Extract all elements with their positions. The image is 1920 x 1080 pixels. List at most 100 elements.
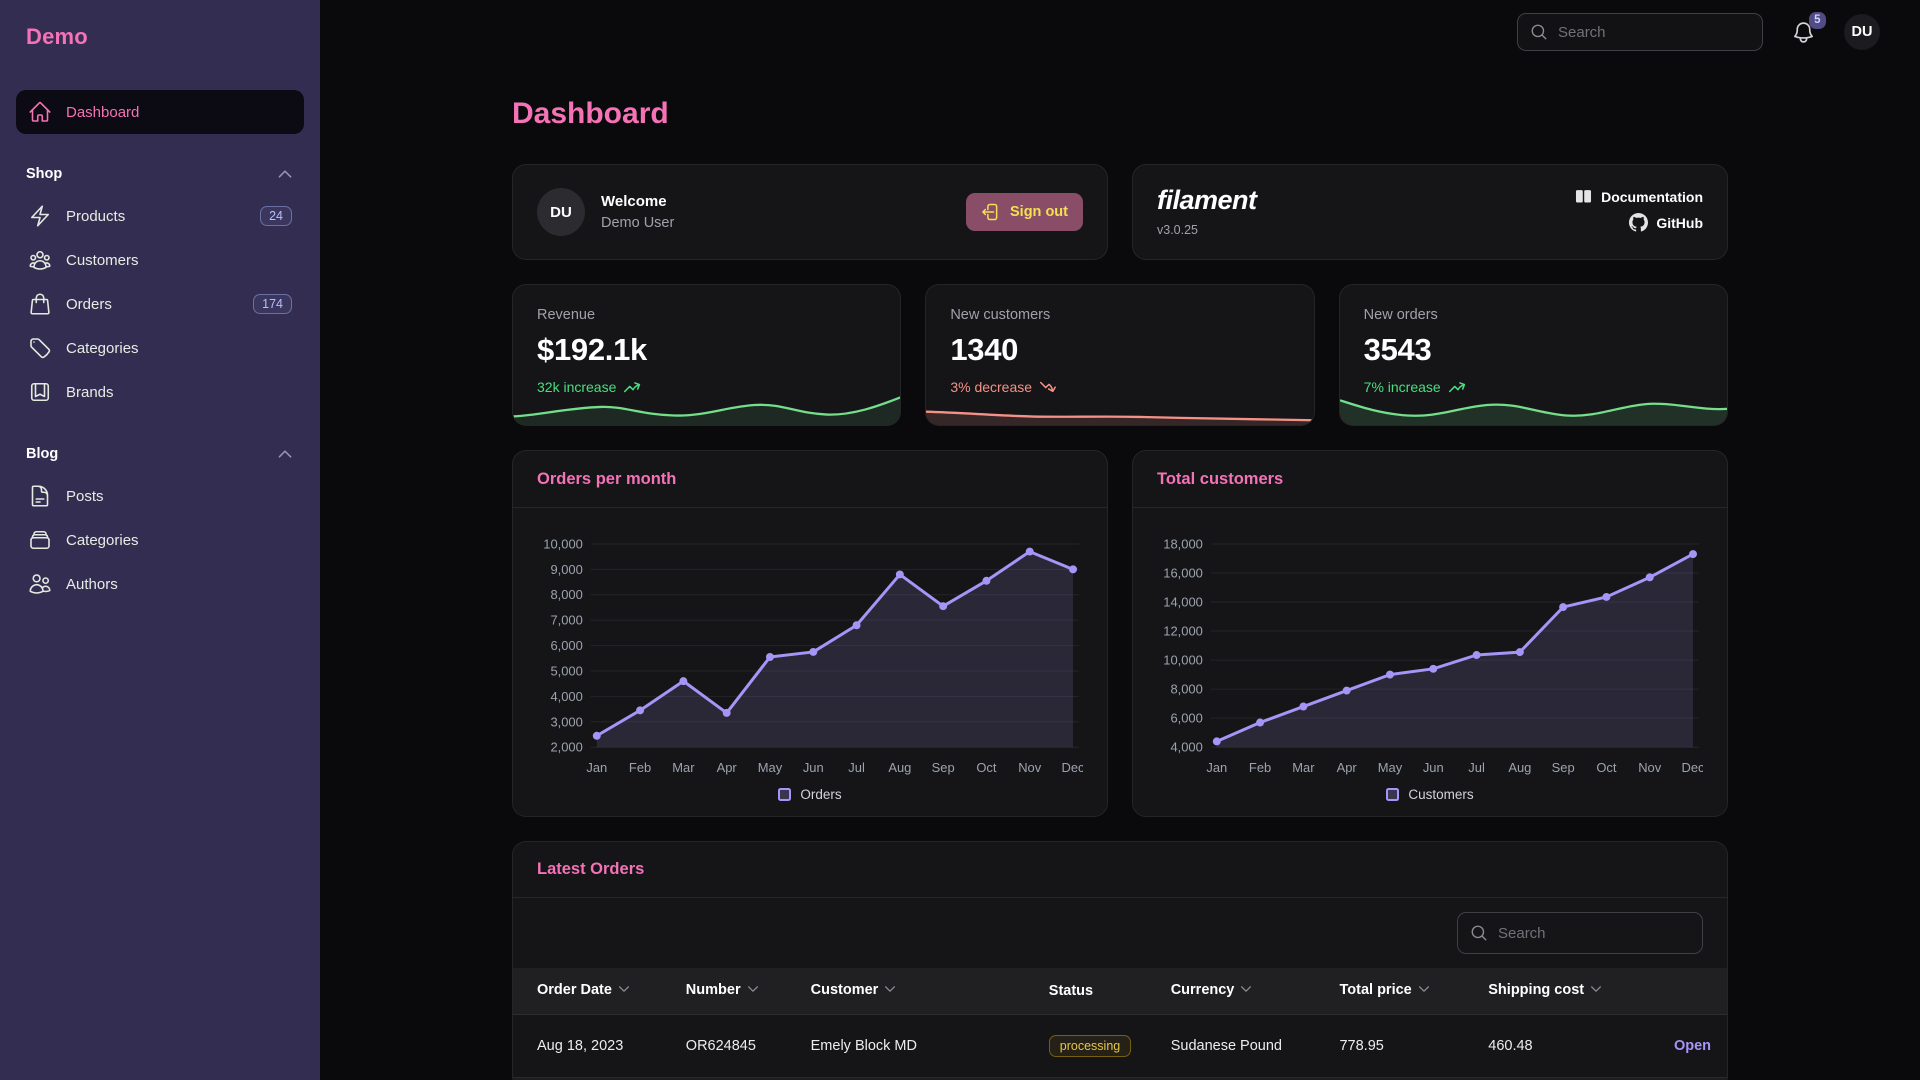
global-search[interactable] bbox=[1517, 13, 1763, 51]
svg-text:Aug: Aug bbox=[888, 760, 911, 775]
sidebar-item-categories[interactable]: Categories bbox=[16, 326, 304, 370]
orders-per-month-chart: 2,0003,0004,0005,0006,0007,0008,0009,000… bbox=[537, 530, 1083, 779]
column-header-actions bbox=[1638, 968, 1727, 1015]
column-header-total-price[interactable]: Total price bbox=[1323, 968, 1472, 1015]
legend-label: Customers bbox=[1408, 787, 1473, 802]
documentation-link[interactable]: Documentation bbox=[1574, 187, 1703, 206]
document-text-icon bbox=[28, 484, 52, 508]
products-count-badge: 24 bbox=[260, 206, 292, 226]
welcome-username: Demo User bbox=[601, 215, 674, 231]
sidebar-item-label: Products bbox=[66, 208, 125, 225]
column-header-customer[interactable]: Customer bbox=[795, 968, 1033, 1015]
cell-status: processing bbox=[1033, 1015, 1155, 1078]
column-header-order-date[interactable]: Order Date bbox=[513, 968, 670, 1015]
account-widget: DU Welcome Demo User Sign out bbox=[512, 164, 1108, 260]
brand-logo[interactable]: Demo bbox=[16, 20, 304, 54]
group-label: Blog bbox=[26, 446, 58, 462]
sidebar-nav: Dashboard Shop Products 24 Customers Ord… bbox=[16, 90, 304, 606]
sidebar-item-label: Brands bbox=[66, 384, 114, 401]
rectangle-stack-icon bbox=[28, 528, 52, 552]
sidebar-item-label: Categories bbox=[66, 340, 139, 357]
svg-text:May: May bbox=[1378, 760, 1403, 775]
sidebar-item-label: Customers bbox=[66, 252, 139, 269]
svg-text:7,000: 7,000 bbox=[550, 613, 582, 628]
stat-card-revenue: Revenue $192.1k 32k increase bbox=[512, 284, 901, 426]
chevron-down-icon bbox=[617, 982, 631, 996]
svg-text:6,000: 6,000 bbox=[550, 638, 582, 653]
chevron-up-icon[interactable] bbox=[276, 445, 294, 463]
svg-text:Sep: Sep bbox=[932, 760, 955, 775]
sidebar-group-shop: Shop bbox=[16, 160, 304, 188]
svg-text:4,000: 4,000 bbox=[1170, 740, 1202, 755]
group-label: Shop bbox=[26, 166, 62, 182]
legend-label: Orders bbox=[800, 787, 841, 802]
search-input[interactable] bbox=[1558, 24, 1750, 41]
table-search-input[interactable] bbox=[1498, 925, 1690, 942]
sidebar-item-orders[interactable]: Orders 174 bbox=[16, 282, 304, 326]
column-header-currency[interactable]: Currency bbox=[1155, 968, 1324, 1015]
book-icon bbox=[1574, 187, 1593, 206]
sidebar-item-authors[interactable]: Authors bbox=[16, 562, 304, 606]
cell-order-date: Aug 18, 2023 bbox=[513, 1015, 670, 1078]
svg-text:Feb: Feb bbox=[629, 760, 651, 775]
stat-card-new-orders: New orders 3543 7% increase bbox=[1339, 284, 1728, 426]
status-badge: processing bbox=[1049, 1035, 1131, 1057]
cell-currency: Sudanese Pound bbox=[1155, 1015, 1324, 1078]
search-icon bbox=[1470, 924, 1488, 942]
main-content: Dashboard DU Welcome Demo User bbox=[320, 64, 1920, 1080]
cell-total-price: 778.95 bbox=[1323, 1015, 1472, 1078]
sidebar-item-posts[interactable]: Posts bbox=[16, 474, 304, 518]
svg-text:May: May bbox=[758, 760, 783, 775]
svg-text:10,000: 10,000 bbox=[543, 536, 583, 551]
chevron-down-icon bbox=[1417, 982, 1431, 996]
user-menu-avatar[interactable]: DU bbox=[1844, 14, 1880, 50]
column-header-status: Status bbox=[1033, 968, 1155, 1015]
svg-text:3,000: 3,000 bbox=[550, 714, 582, 729]
chevron-down-icon bbox=[1589, 982, 1603, 996]
table-row[interactable]: Aug 18, 2023 OR624845 Emely Block MD pro… bbox=[513, 1015, 1727, 1078]
column-header-shipping-cost[interactable]: Shipping cost bbox=[1472, 968, 1638, 1015]
sidebar-item-brands[interactable]: Brands bbox=[16, 370, 304, 414]
notification-count-badge: 5 bbox=[1809, 12, 1826, 30]
svg-text:10,000: 10,000 bbox=[1163, 653, 1203, 668]
page-title: Dashboard bbox=[512, 97, 1728, 131]
stat-value: 3543 bbox=[1364, 332, 1703, 368]
svg-text:18,000: 18,000 bbox=[1163, 536, 1203, 551]
github-link[interactable]: GitHub bbox=[1629, 213, 1703, 232]
logout-icon bbox=[981, 202, 1001, 222]
chevron-up-icon[interactable] bbox=[276, 165, 294, 183]
svg-text:5,000: 5,000 bbox=[550, 663, 582, 678]
svg-text:Dec: Dec bbox=[1682, 760, 1703, 775]
stat-label: Revenue bbox=[537, 307, 876, 323]
svg-text:Nov: Nov bbox=[1638, 760, 1662, 775]
sidebar-item-label: Authors bbox=[66, 576, 118, 593]
filament-logo: filament bbox=[1157, 185, 1257, 216]
svg-text:9,000: 9,000 bbox=[550, 562, 582, 577]
table-search[interactable] bbox=[1457, 912, 1703, 954]
svg-text:Sep: Sep bbox=[1552, 760, 1575, 775]
sign-out-button[interactable]: Sign out bbox=[966, 193, 1083, 231]
github-label: GitHub bbox=[1656, 215, 1703, 231]
svg-text:Dec: Dec bbox=[1062, 760, 1083, 775]
column-header-number[interactable]: Number bbox=[670, 968, 795, 1015]
search-icon bbox=[1530, 23, 1548, 41]
svg-text:Apr: Apr bbox=[717, 760, 738, 775]
chart-title: Total customers bbox=[1157, 470, 1283, 489]
svg-text:Oct: Oct bbox=[976, 760, 997, 775]
svg-text:Mar: Mar bbox=[1292, 760, 1315, 775]
sidebar-item-blog-categories[interactable]: Categories bbox=[16, 518, 304, 562]
sidebar-item-products[interactable]: Products 24 bbox=[16, 194, 304, 238]
legend-marker bbox=[1386, 788, 1399, 801]
notifications-button[interactable]: 5 bbox=[1791, 20, 1816, 45]
user-group-icon bbox=[28, 248, 52, 272]
sidebar-item-customers[interactable]: Customers bbox=[16, 238, 304, 282]
svg-text:4,000: 4,000 bbox=[550, 689, 582, 704]
svg-text:8,000: 8,000 bbox=[1170, 682, 1202, 697]
svg-text:6,000: 6,000 bbox=[1170, 711, 1202, 726]
stat-value: 1340 bbox=[950, 332, 1289, 368]
chart-legend: Orders bbox=[537, 787, 1083, 802]
sidebar-item-dashboard[interactable]: Dashboard bbox=[16, 90, 304, 134]
open-order-link[interactable]: Open bbox=[1674, 1038, 1711, 1054]
chevron-down-icon bbox=[746, 982, 760, 996]
cell-number: OR624845 bbox=[670, 1015, 795, 1078]
